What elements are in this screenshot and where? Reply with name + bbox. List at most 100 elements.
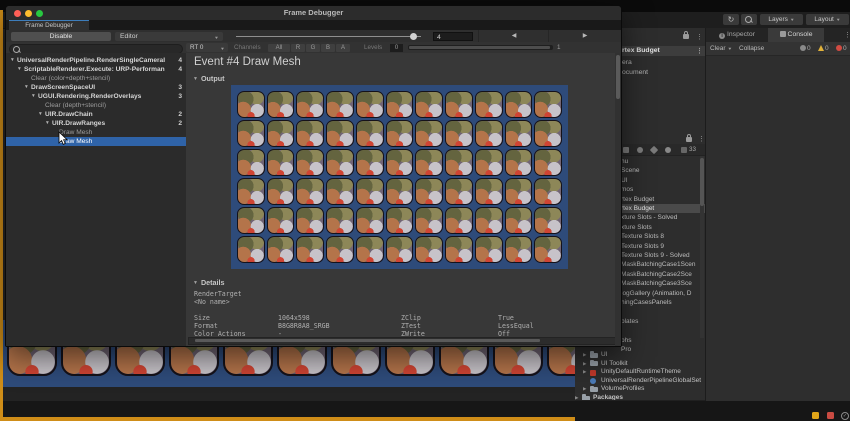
info-count-badge[interactable]: 0 [800,45,811,52]
frame-number-field[interactable]: 4 [433,31,473,41]
lock-icon[interactable] [686,134,692,142]
kebab-menu-icon[interactable]: ⋮ [698,136,705,143]
channel-button-r[interactable]: R [291,43,305,52]
window-edge-bottom [0,417,575,421]
fd-tree-row[interactable]: ▼ UIR.DrawRanges 2 [6,119,186,128]
next-event-button[interactable]: ▶ [548,30,621,42]
fd-tree-row[interactable]: ▼ UniversalRenderPipeline.RenderSingleCam… [6,56,186,65]
info-count: 0 [807,45,811,52]
fd-tree-row[interactable]: ▼ UIR.DrawChain 2 [6,110,186,119]
notification-icon[interactable] [812,412,819,419]
window-titlebar[interactable]: Frame Debugger [6,6,621,21]
favorites-icon[interactable] [637,146,643,153]
history-button[interactable]: ↻ [723,14,739,25]
project-folder-row[interactable]: UniversalRenderPipelineGlobalSet [575,377,705,386]
tab-console[interactable]: Console [768,28,824,42]
sprite-tile [326,149,354,176]
kebab-menu-icon[interactable]: ⋮ [696,48,703,55]
fd-tree-row[interactable]: Clear (color+depth+stencil) [6,74,186,83]
sprite-tile [237,236,265,263]
project-folder-row[interactable]: ▶ UI Toolkit [575,360,705,369]
folder-icon [590,359,598,367]
channel-button-a[interactable]: A [336,43,350,52]
details-horizontal-scrollbar[interactable] [188,337,616,345]
kebab-menu-icon[interactable]: ⋮ [844,32,850,39]
fd-tree-label: UniversalRenderPipeline.RenderSingleCame… [17,57,166,64]
render-target-preview[interactable] [231,85,568,269]
fd-tree-row[interactable]: ▼ ScriptableRenderer.Execute: URP-Perform… [6,65,186,74]
sprite-tile [504,178,533,205]
levels-slider[interactable] [408,45,553,50]
event-panel-scrollbar[interactable] [615,53,621,346]
frame-slider-track[interactable] [236,35,421,37]
fd-tree-count: 4 [178,66,182,73]
project-folder-row[interactable]: ▶ UI [575,351,705,360]
frame-slider-handle[interactable] [410,32,417,40]
expand-arrow-icon[interactable]: ▶ [583,351,586,360]
search-input[interactable] [9,43,183,54]
expand-arrow-icon[interactable]: ▶ [583,368,586,377]
create-asset-icon[interactable] [623,146,629,153]
fd-tree-row[interactable]: ▼ UGUI.Rendering.RenderOverlays 3 [6,92,186,101]
project-folder-row[interactable]: ▶ UnityDefaultRuntimeTheme [575,368,705,377]
sprite-tile [326,120,354,147]
sprite-tile [415,149,444,176]
output-foldout[interactable]: ▼ Output [193,74,225,84]
foldout-icon[interactable]: ▼ [10,56,15,65]
fd-tree-row[interactable]: Draw Mesh [6,137,186,146]
sprite-tile [415,91,444,118]
console-tab-bar: i Inspector Console ⋮ [706,28,850,42]
target-label: Editor [120,32,138,40]
expand-arrow-icon[interactable]: ▶ [583,360,586,369]
channel-button-b[interactable]: B [321,43,335,52]
rt-dropdown[interactable]: RT 0 ▼ [186,43,228,52]
sprite-tile [534,236,562,263]
foldout-icon[interactable]: ▼ [24,83,29,92]
scene-header-label: rtex Budget [622,47,660,54]
folder-icon [590,385,598,393]
fd-tree-label: UIR.DrawRanges [52,120,106,127]
foldout-icon[interactable]: ▼ [45,119,50,128]
foldout-icon[interactable]: ▼ [31,92,36,101]
clear-button[interactable]: Clear ▼ [710,42,732,56]
expand-arrow-icon[interactable]: ▶ [583,385,586,394]
fd-tree-count: 2 [178,120,182,127]
disable-button[interactable]: Disable [11,31,111,41]
project-folder-row[interactable]: ▶ VolumeProfiles [575,385,705,394]
sprite-tile [445,120,473,147]
foldout-icon: ▼ [193,76,198,82]
info-icon[interactable] [665,146,671,153]
record-icon[interactable] [827,412,834,419]
check-status-icon[interactable]: ✓ [841,411,849,420]
foldout-icon[interactable]: ▼ [38,110,43,119]
sprite-tile [385,236,414,263]
prev-event-button[interactable]: ◀ [478,30,549,42]
sprite-tile [266,149,295,176]
fd-tree-row[interactable]: Draw Mesh [6,128,186,137]
layers-dropdown[interactable]: Layers ▼ [760,14,803,25]
layout-dropdown[interactable]: Layout ▼ [806,14,849,25]
tab-inspector[interactable]: i Inspector [706,28,768,42]
error-count-badge[interactable]: 0 [836,45,847,52]
channel-button-all[interactable]: All [268,43,290,52]
collapse-button[interactable]: Collapse [739,42,764,55]
lock-icon[interactable] [683,31,689,39]
kebab-menu-icon[interactable]: ⋮ [696,34,703,41]
levels-value[interactable]: 0 [390,43,403,52]
console-icon [779,31,786,37]
fd-tree-row[interactable]: Clear (depth+stencil) [6,101,186,110]
fd-tree-count: 3 [178,93,182,100]
foldout-icon[interactable]: ▼ [17,65,22,74]
target-dropdown[interactable]: Editor ▼ [115,31,223,41]
details-foldout[interactable]: ▼ Details [193,278,225,288]
channel-button-g[interactable]: G [306,43,320,52]
project-scrollbar[interactable] [700,156,704,338]
warning-count: 0 [825,45,829,52]
warning-count-badge[interactable]: 0 [818,45,829,52]
fd-tree-row[interactable]: ▼ DrawScreenSpaceUI 3 [6,83,186,92]
game-view-letterbox [3,387,575,401]
search-button[interactable] [741,14,757,25]
sprite-tile [326,236,354,263]
label-icon[interactable] [649,145,659,154]
search-icon [745,16,752,23]
